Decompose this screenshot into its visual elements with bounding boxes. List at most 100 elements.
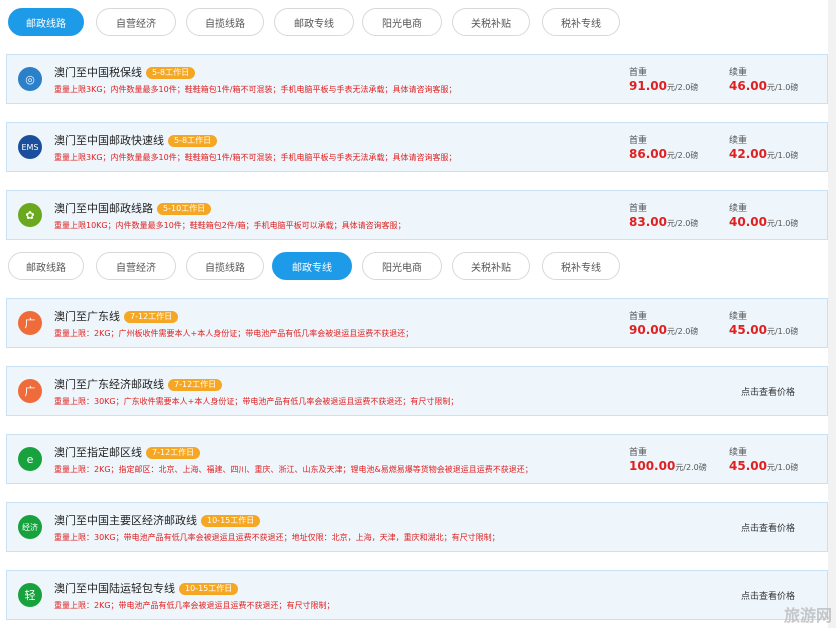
bottom-tab-1[interactable]: 邮政线路	[8, 252, 84, 280]
route-restrictions: 重量上限：2KG；指定邮区：北京、上海、福建、四川、重庆、浙江、山东及天津；锂电…	[54, 465, 533, 474]
first-weight-price: 91.00元/2.0磅	[629, 79, 698, 93]
route-name-row: 澳门至广东线 7-12工作日	[54, 308, 179, 324]
route-card[interactable]: 广澳门至广东经济邮政线 7-12工作日重量上限：30KG；广东收件需要本人+本人身…	[6, 366, 828, 416]
route-card[interactable]: ✿ 澳门至中国邮政线路 5-10工作日重量上限10KG；内件数量最多10件；鞋鞋箱包…	[6, 190, 828, 240]
price-number: 46.00	[729, 79, 767, 93]
route-name-row: 澳门至广东经济邮政线 7-12工作日	[54, 376, 223, 392]
top-tab-1[interactable]: 邮政线路	[8, 8, 84, 36]
continued-weight-price: 45.00元/1.0磅	[729, 459, 798, 473]
price-number: 100.00	[629, 459, 676, 473]
ems-icon: EMS	[18, 135, 42, 159]
bottom-tab-5[interactable]: 阳光电商	[362, 252, 442, 280]
route-card[interactable]: e 澳门至指定邮区线 7-12工作日重量上限：2KG；指定邮区：北京、上海、福建、四…	[6, 434, 828, 484]
route-icon: 广	[18, 311, 42, 335]
route-restrictions: 重量上限3KG；内件数量最多10件；鞋鞋箱包1件/箱不可混装；手机电脑平板与手表…	[54, 85, 457, 94]
route-restrictions: 重量上限：2KG；带电池产品有低几率会被退运且运费不获退还；有尺寸限制；	[54, 601, 335, 610]
route-card[interactable]: EMS 澳门至中国邮政快速线 5-8工作日重量上限3KG；内件数量最多10件；鞋鞋箱…	[6, 122, 828, 172]
route-name: 澳门至中国邮政线路	[54, 202, 153, 215]
price-number: 86.00	[629, 147, 667, 161]
bottom-tab-6[interactable]: 关税补贴	[452, 252, 530, 280]
price-unit: 元/2.0磅	[666, 219, 699, 228]
continued-weight-label: 续重	[729, 68, 748, 78]
price-number: 42.00	[729, 147, 767, 161]
bottom-tab-4[interactable]: 邮政专线	[272, 252, 352, 280]
route-name: 澳门至中国邮政快速线	[54, 134, 164, 147]
first-weight-label: 首重	[629, 448, 648, 458]
continued-weight-price: 45.00元/1.0磅	[729, 323, 798, 337]
route-name: 澳门至中国税保线	[54, 66, 142, 79]
route-name: 澳门至中国主要区经济邮政线	[54, 514, 197, 527]
delivery-time-badge: 5-10工作日	[157, 203, 212, 215]
route-restrictions: 重量上限：30KG；带电池产品有低几率会被退运且运费不获退还；地址仅限：北京，上…	[54, 533, 500, 542]
check-price-link[interactable]: 点击查看价格	[741, 589, 795, 602]
check-price-link[interactable]: 点击查看价格	[741, 521, 795, 534]
continued-weight-price: 40.00元/1.0磅	[729, 215, 798, 229]
continued-weight-label: 续重	[729, 136, 748, 146]
route-card[interactable]: 经济 澳门至中国主要区经济邮政线 10-15工作日 重量上限：30KG；带电池产品有低…	[6, 502, 828, 552]
scrollbar[interactable]	[828, 0, 836, 628]
top-tab-4[interactable]: 邮政专线	[274, 8, 354, 36]
first-weight-price: 90.00元/2.0磅	[629, 323, 698, 337]
price-unit: 元/1.0磅	[766, 219, 799, 228]
price-unit: 元/2.0磅	[675, 463, 707, 472]
route-name: 澳门至广东经济邮政线	[54, 378, 164, 391]
price-unit: 元/2.0磅	[666, 151, 699, 160]
delivery-time-badge: 10-15工作日	[201, 515, 261, 527]
top-tab-5[interactable]: 阳光电商	[362, 8, 442, 36]
price-number: 91.00	[629, 79, 667, 93]
first-weight-price: 86.00元/2.0磅	[629, 147, 698, 161]
price-unit: 元/2.0磅	[666, 83, 699, 92]
price-unit: 元/1.0磅	[766, 83, 799, 92]
route-name: 澳门至指定邮区线	[54, 446, 142, 459]
continued-weight-price: 42.00元/1.0磅	[729, 147, 798, 161]
check-price-link[interactable]: 点击查看价格	[741, 385, 795, 398]
top-tab-2[interactable]: 自营经济	[96, 8, 176, 36]
continued-weight-label: 续重	[729, 312, 748, 322]
route-tabs-bottom: 邮政线路 自营经济 自揽线路 邮政专线 阳光电商 关税补贴 税补专线	[0, 252, 836, 284]
route-name-row: 澳门至中国邮政线路 5-10工作日	[54, 200, 212, 216]
price-number: 45.00	[729, 323, 767, 337]
route-name: 澳门至中国陆运轻包专线	[54, 582, 175, 595]
first-weight-label: 首重	[629, 136, 648, 146]
top-tab-6[interactable]: 关税补贴	[452, 8, 530, 36]
first-weight-price: 100.00元/2.0磅	[629, 459, 707, 473]
route-restrictions: 重量上限3KG；内件数量最多10件；鞋鞋箱包1件/箱不可混装；手机电脑平板与手表…	[54, 153, 457, 162]
continued-weight-label: 续重	[729, 204, 748, 214]
watermark: 旅游网	[783, 606, 832, 625]
delivery-time-badge: 10-15工作日	[179, 583, 239, 595]
route-icon: 广	[18, 379, 42, 403]
post-icon: ✿	[18, 203, 42, 227]
delivery-time-badge: 7-12工作日	[124, 311, 179, 323]
price-number: 40.00	[729, 215, 767, 229]
first-weight-label: 首重	[629, 68, 648, 78]
route-tabs-top: 邮政线路 自营经济 自揽线路 邮政专线 阳光电商 关税补贴 税补专线	[0, 8, 836, 40]
continued-weight-price: 46.00元/1.0磅	[729, 79, 798, 93]
price-number: 90.00	[629, 323, 667, 337]
route-name: 澳门至广东线	[54, 310, 120, 323]
route-restrictions: 重量上限10KG；内件数量最多10件；鞋鞋箱包2件/箱；手机电脑平板可以承载；具…	[54, 221, 406, 230]
first-weight-label: 首重	[629, 312, 648, 322]
continued-weight-label: 续重	[729, 448, 748, 458]
route-icon: 轻	[18, 583, 42, 607]
bottom-tab-7[interactable]: 税补专线	[542, 252, 620, 280]
route-restrictions: 重量上限：30KG；广东收件需要本人+本人身份证；带电池产品有低几率会被退运且运…	[54, 397, 459, 406]
top-tab-3[interactable]: 自揽线路	[186, 8, 264, 36]
route-name-row: 澳门至中国税保线 5-8工作日	[54, 64, 196, 80]
route-icon: e	[18, 447, 42, 471]
route-card[interactable]: ◎ 澳门至中国税保线 5-8工作日重量上限3KG；内件数量最多10件；鞋鞋箱包1件/…	[6, 54, 828, 104]
route-name-row: 澳门至中国邮政快速线 5-8工作日	[54, 132, 218, 148]
bottom-tab-3[interactable]: 自揽线路	[186, 252, 264, 280]
globe-icon: ◎	[18, 67, 42, 91]
top-tab-7[interactable]: 税补专线	[542, 8, 620, 36]
delivery-time-badge: 7-12工作日	[168, 379, 223, 391]
route-restrictions: 重量上限：2KG；广州板收件需要本人+本人身份证；带电池产品有低几率会被退运且运…	[54, 329, 414, 338]
route-card[interactable]: 轻澳门至中国陆运轻包专线 10-15工作日重量上限：2KG；带电池产品有低几率会被…	[6, 570, 828, 620]
bottom-tab-2[interactable]: 自营经济	[96, 252, 176, 280]
route-name-row: 澳门至中国主要区经济邮政线 10-15工作日	[54, 512, 261, 528]
delivery-time-badge: 7-12工作日	[146, 447, 201, 459]
first-weight-label: 首重	[629, 204, 648, 214]
route-name-row: 澳门至指定邮区线 7-12工作日	[54, 444, 201, 460]
route-card[interactable]: 广澳门至广东线 7-12工作日重量上限：2KG；广州板收件需要本人+本人身份证；带…	[6, 298, 828, 348]
price-number: 83.00	[629, 215, 667, 229]
price-unit: 元/2.0磅	[666, 327, 699, 336]
